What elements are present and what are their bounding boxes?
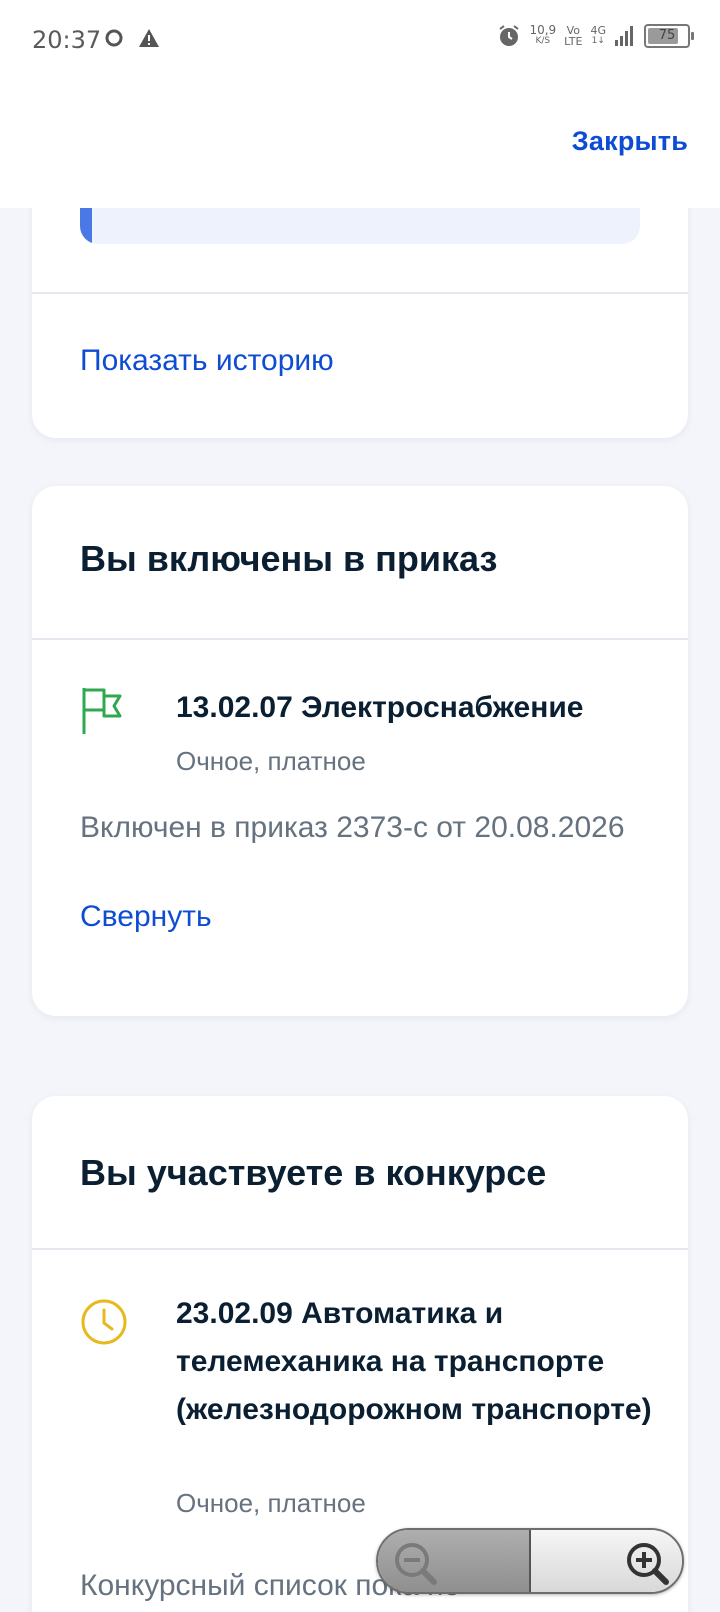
zoom-out-icon — [395, 1543, 437, 1585]
order-card: Вы включены в приказ 13.02.07 Электросна… — [32, 486, 688, 1016]
volte-indicator: Vo LTE — [564, 24, 583, 48]
divider — [32, 1248, 688, 1250]
chat-bubble-icon — [105, 29, 123, 47]
contest-program-title: 23.02.09 Автоматика и телемеханика на тр… — [176, 1297, 652, 1426]
status-bar: 20:37 10,9 K/S Vo LTE 4G 1↓ 75 — [0, 0, 720, 82]
signal-icon — [615, 26, 633, 46]
divider — [32, 292, 688, 294]
contest-program-form: Очное, платное — [176, 1488, 366, 1518]
network-type: 4G 1↓ — [590, 24, 606, 46]
order-text: Включен в приказ 2373-с от 20.08.2026 — [80, 811, 625, 844]
contest-card-title: Вы участвуете в конкурсе — [80, 1152, 547, 1193]
warning-icon — [139, 29, 159, 47]
network-speed: 10,9 K/S — [529, 23, 557, 46]
collapse-link[interactable]: Свернуть — [80, 900, 212, 934]
zoom-in-button[interactable] — [531, 1530, 682, 1592]
zoom-out-button[interactable] — [378, 1530, 531, 1592]
order-program-title: 13.02.07 Электроснабжение — [176, 691, 584, 724]
clock-icon — [81, 1299, 127, 1345]
order-program-form: Очное, платное — [176, 746, 366, 776]
battery-icon: 75 — [644, 24, 694, 48]
flag-icon — [82, 688, 122, 734]
status-progress-accent — [80, 208, 92, 244]
show-history-link[interactable]: Показать историю — [80, 344, 334, 378]
divider — [32, 638, 688, 640]
zoom-control — [376, 1528, 684, 1594]
status-progress-box — [80, 208, 640, 244]
zoom-in-icon — [627, 1543, 669, 1585]
app-header: Закрыть — [0, 82, 720, 208]
order-card-title: Вы включены в приказ — [80, 538, 498, 579]
status-time: 20:37 — [32, 26, 102, 54]
close-button[interactable]: Закрыть — [572, 126, 688, 157]
alarm-icon — [499, 25, 520, 46]
